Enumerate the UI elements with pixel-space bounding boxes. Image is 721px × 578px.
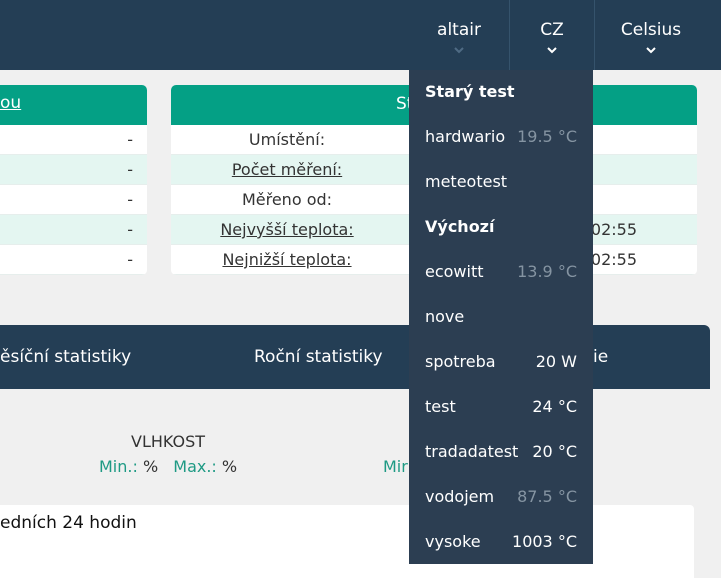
table-row: - xyxy=(0,215,147,245)
tab-monthly-statistics[interactable]: ěsíční statistiky xyxy=(0,347,131,367)
table-row: - xyxy=(0,155,147,185)
dropdown-item-value: 24 °C xyxy=(532,396,577,416)
max-temperature-value: 02:55 xyxy=(590,220,637,239)
dropdown-item-ecowitt[interactable]: ecowitt 13.9 °C xyxy=(425,256,577,286)
table-row: - xyxy=(0,185,147,215)
tab-yearly-statistics[interactable]: Roční statistiky xyxy=(254,347,383,367)
chevron-down-icon xyxy=(646,47,656,54)
dropdown-item-nove[interactable]: nove xyxy=(425,301,577,331)
min-label: Min.: xyxy=(99,457,138,476)
row-value: - xyxy=(127,250,133,269)
dropdown-item-name: hardwario xyxy=(425,126,506,146)
dropdown-item-name: nove xyxy=(425,306,465,326)
dropdown-item-value: 13.9 °C xyxy=(517,261,577,281)
row-value: - xyxy=(127,160,133,179)
dropdown-item-name: spotreba xyxy=(425,351,496,371)
dropdown-item-vysoke[interactable]: vysoke 1003 °C xyxy=(425,526,577,556)
right-min-label: Mir xyxy=(383,457,408,476)
max-temperature-link[interactable]: Nejvyšší teplota: xyxy=(171,220,403,239)
chevron-down-icon xyxy=(547,47,557,54)
unit-selector-label: Celsius xyxy=(620,20,682,40)
measured-since-label: Měřeno od: xyxy=(241,190,333,209)
row-value: - xyxy=(127,220,133,239)
max-label: Max.: xyxy=(173,457,217,476)
dropdown-item-hardwario[interactable]: hardwario 19.5 °C xyxy=(425,121,577,151)
dropdown-item-spotreba[interactable]: spotreba 20 W xyxy=(425,346,577,376)
dropdown-item-value: 20 W xyxy=(535,351,577,371)
statistics-tabbar: ěsíční statistiky Roční statistiky ie xyxy=(0,325,710,389)
row-value: - xyxy=(127,130,133,149)
min-temperature-value: 02:55 xyxy=(590,250,637,269)
tab-other[interactable]: ie xyxy=(593,347,608,367)
top-navbar: altair CZ Celsius xyxy=(0,0,721,70)
dropdown-item-vodojem[interactable]: vodojem 87.5 °C xyxy=(425,481,577,511)
dropdown-item-name: vodojem xyxy=(425,486,495,506)
humidity-title: VLHKOST xyxy=(131,432,206,451)
measurement-count-link[interactable]: Počet měření: xyxy=(171,160,403,179)
dropdown-item-tradadatest[interactable]: tradadatest 20 °C xyxy=(425,436,577,466)
row-value: - xyxy=(127,190,133,209)
dropdown-item-meteotest[interactable]: meteotest xyxy=(425,166,577,196)
left-info-card: ou - - - - - xyxy=(0,85,147,275)
table-row: - xyxy=(0,125,147,155)
language-selector-label: CZ xyxy=(540,20,564,40)
language-selector[interactable]: CZ xyxy=(510,0,594,70)
max-value: % xyxy=(221,457,238,476)
dropdown-item-value: 19.5 °C xyxy=(517,126,577,146)
dropdown-item-value: 87.5 °C xyxy=(517,486,577,506)
dropdown-item-test[interactable]: test 24 °C xyxy=(425,391,577,421)
station-selector[interactable]: altair xyxy=(409,0,509,70)
station-dropdown-menu: Starý test hardwario 19.5 °C meteotest V… xyxy=(409,70,593,564)
dropdown-item-name: ecowitt xyxy=(425,261,484,281)
dropdown-item-name: tradadatest xyxy=(425,441,519,461)
chart-title: edních 24 hodin xyxy=(0,513,137,533)
location-label: Umístění: xyxy=(248,130,326,149)
station-selector-label: altair xyxy=(437,20,481,40)
dropdown-group-title: Výchozí xyxy=(425,217,495,236)
dropdown-group-title: Starý test xyxy=(425,82,515,101)
dropdown-item-value: 20 °C xyxy=(532,441,577,461)
min-value: % xyxy=(142,457,159,476)
left-card-header: ou xyxy=(0,85,147,125)
dropdown-item-value: 1003 °C xyxy=(512,531,577,551)
unit-selector[interactable]: Celsius xyxy=(595,0,707,70)
chevron-down-icon xyxy=(454,47,464,54)
table-row: - xyxy=(0,245,147,275)
dropdown-item-name: test xyxy=(425,396,456,416)
dropdown-item-name: meteotest xyxy=(425,171,508,191)
dropdown-item-name: vysoke xyxy=(425,531,481,551)
left-card-header-link[interactable]: ou xyxy=(0,93,21,113)
humidity-min-max: Min.: % Max.: % xyxy=(99,457,237,476)
min-temperature-link[interactable]: Nejnižší teplota: xyxy=(171,250,403,269)
